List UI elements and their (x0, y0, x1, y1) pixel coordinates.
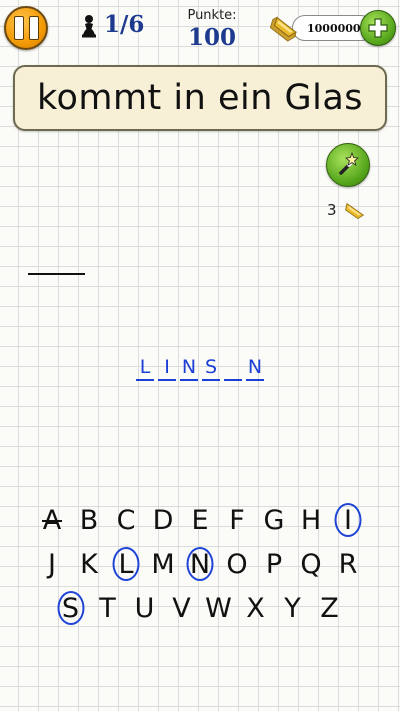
key-x[interactable]: X (238, 586, 274, 630)
pause-icon (13, 16, 24, 40)
coin-count: 1000000 (307, 21, 361, 35)
key-t[interactable]: T (90, 586, 126, 630)
hint-button[interactable] (326, 143, 370, 187)
hint-cost: 3 (327, 201, 337, 219)
pawn-icon (82, 15, 96, 38)
key-f[interactable]: F (219, 498, 255, 542)
key-z[interactable]: Z (312, 586, 348, 630)
score-value: 100 (187, 24, 236, 51)
key-e[interactable]: E (182, 498, 218, 542)
gold-bar-small-icon (345, 202, 365, 220)
key-l[interactable]: L (108, 542, 144, 586)
key-s[interactable]: S (53, 586, 89, 630)
gold-bar-icon (269, 16, 297, 42)
keyboard-row: ABCDEFGHI (28, 498, 372, 542)
buy-coins-button[interactable] (360, 10, 396, 46)
word-slot: N (246, 356, 264, 381)
word-slot: N (180, 356, 198, 381)
key-r[interactable]: R (330, 542, 366, 586)
key-a[interactable]: A (34, 498, 70, 542)
key-k[interactable]: K (71, 542, 107, 586)
key-g[interactable]: G (256, 498, 292, 542)
hangman-gallows-base (28, 273, 85, 275)
word-slot: I (158, 356, 176, 381)
word-slot: S (202, 356, 220, 381)
key-n[interactable]: N (182, 542, 218, 586)
key-v[interactable]: V (164, 586, 200, 630)
key-c[interactable]: C (108, 498, 144, 542)
key-o[interactable]: O (219, 542, 255, 586)
key-j[interactable]: J (34, 542, 70, 586)
clue-box: kommt in ein Glas (13, 65, 387, 131)
key-y[interactable]: Y (275, 586, 311, 630)
level-counter: 1/6 (104, 11, 145, 38)
pause-button[interactable] (4, 6, 48, 50)
key-b[interactable]: B (71, 498, 107, 542)
letter-keyboard: ABCDEFGHIJKLMNOPQRSTUVWXYZ (28, 498, 372, 630)
key-d[interactable]: D (145, 498, 181, 542)
word-display: LINSN (0, 356, 400, 381)
key-m[interactable]: M (145, 542, 181, 586)
keyboard-row: STUVWXYZ (28, 586, 372, 630)
key-u[interactable]: U (127, 586, 163, 630)
magic-wand-icon (339, 152, 359, 175)
key-q[interactable]: Q (293, 542, 329, 586)
score-label: Punkte: (187, 8, 237, 23)
key-h[interactable]: H (293, 498, 329, 542)
word-slot: L (136, 356, 154, 381)
keyboard-row: JKLMNOPQR (28, 542, 372, 586)
clue-text: kommt in ein Glas (36, 78, 364, 118)
plus-icon (368, 18, 388, 38)
key-w[interactable]: W (201, 586, 237, 630)
word-slot (224, 356, 242, 381)
key-p[interactable]: P (256, 542, 292, 586)
key-i[interactable]: I (330, 498, 366, 542)
